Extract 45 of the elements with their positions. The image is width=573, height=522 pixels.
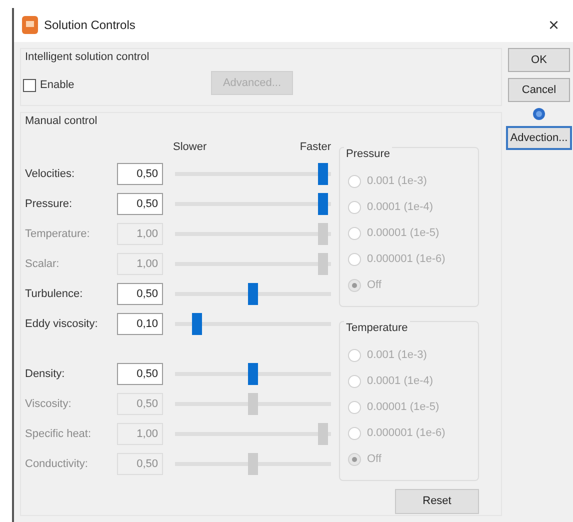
value-field[interactable]: 0,50 xyxy=(117,363,163,385)
row-label: Turbulence: xyxy=(25,286,84,302)
cancel-button[interactable]: Cancel xyxy=(508,78,570,102)
radio-label: Off xyxy=(367,278,382,293)
slider-thumb[interactable] xyxy=(318,163,328,185)
help-icon[interactable] xyxy=(533,108,545,120)
window-title: Solution Controls xyxy=(44,17,136,34)
row-label: Density: xyxy=(25,366,66,382)
close-button[interactable]: × xyxy=(542,12,565,38)
row-label: Conductivity: xyxy=(25,456,89,472)
radio-label: 0.000001 (1e-6) xyxy=(367,426,446,441)
slider-thumb[interactable] xyxy=(192,313,202,335)
row-label: Velocities: xyxy=(25,166,76,182)
group-title: Manual control xyxy=(25,114,98,129)
faster-label: Faster xyxy=(300,140,331,154)
radio-label: 0.00001 (1e-5) xyxy=(367,400,440,415)
group-title: Temperature xyxy=(344,320,410,336)
radio-label: 0.0001 (1e-4) xyxy=(367,374,434,389)
group-title: Intelligent solution control xyxy=(25,50,150,65)
value-field[interactable]: 0,50 xyxy=(117,163,163,185)
checkbox-label: Enable xyxy=(40,78,74,93)
slider-thumb[interactable] xyxy=(248,363,258,385)
advection-button[interactable]: Advection... xyxy=(506,126,572,150)
row-label: Eddy viscosity: xyxy=(25,316,99,332)
radio-label: 0.0001 (1e-4) xyxy=(367,200,434,215)
value-field[interactable]: 0,50 xyxy=(117,283,163,305)
slower-label: Slower xyxy=(173,140,207,154)
slider-thumb[interactable] xyxy=(318,193,328,215)
value-field[interactable]: 0,50 xyxy=(117,193,163,215)
radio-label: 0.00001 (1e-5) xyxy=(367,226,440,241)
app-icon xyxy=(22,16,38,34)
row-label: Viscosity: xyxy=(25,396,72,412)
checkbox[interactable] xyxy=(23,78,36,92)
row-label: Scalar: xyxy=(25,256,60,272)
value-field[interactable]: 0,10 xyxy=(117,313,163,335)
reset-button[interactable]: Reset xyxy=(395,489,479,514)
row-label: Temperature: xyxy=(25,226,91,242)
radio-label: 0.000001 (1e-6) xyxy=(367,252,446,267)
radio-label: 0.001 (1e-3) xyxy=(367,348,427,363)
row-label: Pressure: xyxy=(25,196,74,212)
slider-thumb[interactable] xyxy=(248,283,258,305)
ok-button[interactable]: OK xyxy=(508,48,570,72)
radio-label: 0.001 (1e-3) xyxy=(367,174,427,189)
radio-label: Off xyxy=(367,452,382,467)
row-label: Specific heat: xyxy=(25,426,92,442)
